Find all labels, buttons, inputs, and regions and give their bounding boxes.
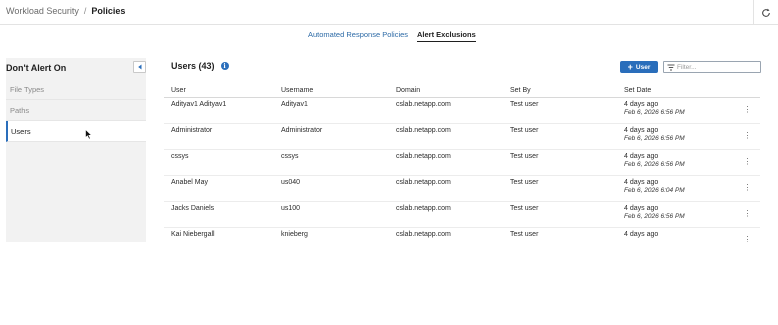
panel-title: Don't Alert On xyxy=(6,63,67,73)
table-row[interactable]: Anabel May us040 cslab.netapp.com Test u… xyxy=(164,175,760,202)
cell-set-date: 4 days ago Feb 6, 2026 6:56 PM xyxy=(617,97,735,124)
filter-field[interactable] xyxy=(663,61,761,73)
kebab-menu-icon[interactable]: ⋮ xyxy=(735,201,760,228)
set-date-relative: 4 days ago xyxy=(624,178,659,186)
cell-set-by: Test user xyxy=(503,175,617,202)
set-date-full: Feb 6, 2026 6:56 PM xyxy=(624,108,685,116)
users-exclusion-list: Users (43) i + User User Username Domain… xyxy=(164,58,762,242)
plus-icon: + xyxy=(627,61,633,72)
column-header-set-date[interactable]: Set Date xyxy=(617,84,735,98)
column-header-domain[interactable]: Domain xyxy=(389,84,503,98)
set-date-full: Feb 6, 2026 6:56 PM xyxy=(624,212,685,220)
cell-domain: cslab.netapp.com xyxy=(389,227,503,242)
column-header-user[interactable]: User xyxy=(164,84,274,98)
refresh-button[interactable] xyxy=(753,0,778,25)
refresh-icon xyxy=(762,8,770,17)
sidebar-item-users[interactable]: Users xyxy=(6,121,146,142)
set-date-relative: 4 days ago xyxy=(624,152,659,160)
users-table: User Username Domain Set By Set Date Adi… xyxy=(164,84,760,242)
tab-automated-response-policies[interactable]: Automated Response Policies xyxy=(308,30,408,39)
table-row[interactable]: cssys cssys cslab.netapp.com Test user 4… xyxy=(164,149,760,176)
cell-domain: cslab.netapp.com xyxy=(389,201,503,228)
collapse-panel-button[interactable] xyxy=(133,61,146,73)
cell-set-date: 4 days ago Feb 6, 2026 6:56 PM xyxy=(617,149,735,176)
filter-input[interactable] xyxy=(677,63,757,71)
add-user-button[interactable]: + User xyxy=(620,61,658,73)
cell-domain: cslab.netapp.com xyxy=(389,97,503,124)
set-date-full: Feb 6, 2026 6:56 PM xyxy=(624,160,685,168)
cell-set-date: 4 days ago Feb 6, 2026 6:56 PM xyxy=(617,123,735,150)
kebab-menu-icon[interactable]: ⋮ xyxy=(735,149,760,176)
breadcrumb-parent[interactable]: Workload Security xyxy=(6,6,79,16)
cell-user: cssys xyxy=(164,149,274,176)
cell-user: Anabel May xyxy=(164,175,274,202)
table-row[interactable]: Adityav1 Adityav1 Adityav1 cslab.netapp.… xyxy=(164,97,760,124)
cell-username: Administrator xyxy=(274,123,389,150)
cell-username: Adityav1 xyxy=(274,97,389,124)
breadcrumb: Workload Security / Policies xyxy=(6,6,125,16)
cell-user: Kai Niebergall xyxy=(164,227,274,242)
cell-user: Jacks Daniels xyxy=(164,201,274,228)
column-header-actions xyxy=(735,84,760,98)
cell-username: knieberg xyxy=(274,227,389,242)
cell-set-date: 4 days ago Feb 6, 2026 6:04 PM xyxy=(617,175,735,202)
sidebar-item-file-types[interactable]: File Types xyxy=(6,79,146,100)
top-bar: Workload Security / Policies xyxy=(0,0,778,25)
list-title-text: Users (43) xyxy=(171,61,215,71)
set-date-full: Feb 6, 2026 6:56 PM xyxy=(624,134,685,142)
mouse-pointer-icon xyxy=(85,129,93,140)
cell-user: Administrator xyxy=(164,123,274,150)
sidebar-item-paths[interactable]: Paths xyxy=(6,100,146,121)
cell-domain: cslab.netapp.com xyxy=(389,149,503,176)
set-date-relative: 4 days ago xyxy=(624,100,659,108)
table-row[interactable]: Administrator Administrator cslab.netapp… xyxy=(164,123,760,150)
column-header-username[interactable]: Username xyxy=(274,84,389,98)
set-date-relative: 4 days ago xyxy=(624,204,659,212)
cell-domain: cslab.netapp.com xyxy=(389,175,503,202)
breadcrumb-current: Policies xyxy=(91,6,126,16)
set-date-relative: 4 days ago xyxy=(624,126,659,134)
cell-set-date: 4 days ago Feb 6, 2026 6:56 PM xyxy=(617,201,735,228)
table-row[interactable]: Jacks Daniels us100 cslab.netapp.com Tes… xyxy=(164,201,760,228)
cell-set-by: Test user xyxy=(503,201,617,228)
kebab-menu-icon[interactable]: ⋮ xyxy=(735,227,760,242)
table-header-row: User Username Domain Set By Set Date xyxy=(164,84,760,98)
list-title: Users (43) i xyxy=(171,61,229,71)
cell-set-date: 4 days ago xyxy=(617,227,735,242)
tab-alert-exclusions[interactable]: Alert Exclusions xyxy=(417,30,476,42)
cell-domain: cslab.netapp.com xyxy=(389,123,503,150)
cell-set-by: Test user xyxy=(503,149,617,176)
cell-set-by: Test user xyxy=(503,227,617,242)
kebab-menu-icon[interactable]: ⋮ xyxy=(735,97,760,124)
cell-set-by: Test user xyxy=(503,97,617,124)
cell-username: us040 xyxy=(274,175,389,202)
column-header-set-by[interactable]: Set By xyxy=(503,84,617,98)
tab-bar: Automated Response Policies Alert Exclus… xyxy=(0,30,778,42)
cell-set-by: Test user xyxy=(503,123,617,150)
add-user-label: User xyxy=(635,63,651,71)
set-date-full: Feb 6, 2026 6:04 PM xyxy=(624,186,685,194)
cell-username: us100 xyxy=(274,201,389,228)
exclusion-category-panel: Don't Alert On File Types Paths Users xyxy=(6,58,146,242)
cell-user: Adityav1 Adityav1 xyxy=(164,97,274,124)
set-date-relative: 4 days ago xyxy=(624,230,659,238)
table-row[interactable]: Kai Niebergall knieberg cslab.netapp.com… xyxy=(164,227,760,242)
breadcrumb-separator: / xyxy=(83,6,87,16)
kebab-menu-icon[interactable]: ⋮ xyxy=(735,175,760,202)
filter-icon xyxy=(667,64,675,70)
info-icon[interactable]: i xyxy=(220,62,229,70)
kebab-menu-icon[interactable]: ⋮ xyxy=(735,123,760,150)
chevron-left-icon xyxy=(137,64,141,70)
cell-username: cssys xyxy=(274,149,389,176)
